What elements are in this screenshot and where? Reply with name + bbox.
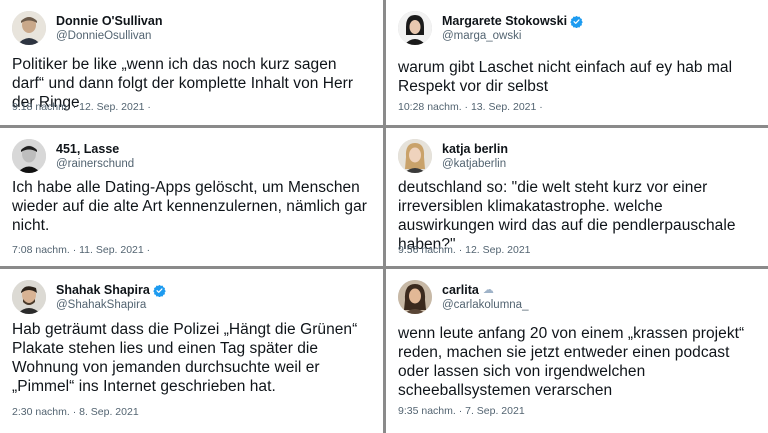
tweet-card-katja[interactable]: katja berlin @katjaberlin deutschland so… <box>386 128 768 266</box>
tweet-card-carlita[interactable]: carlita ☁ @carlakolumna_ wenn leute anfa… <box>386 269 768 433</box>
avatar[interactable] <box>12 139 46 173</box>
tweet-timestamp[interactable]: 9:18 nachm. · 12. Sep. 2021 · <box>12 101 151 113</box>
user-handle[interactable]: @ShahakShapira <box>56 298 166 312</box>
tweet-header: Donnie O'Sullivan @DonnieOsullivan <box>12 10 162 46</box>
user-handle[interactable]: @carlakolumna_ <box>442 298 528 312</box>
verified-badge-icon <box>153 284 166 297</box>
tweet-collage: Donnie O'Sullivan @DonnieOsullivan Polit… <box>0 0 768 433</box>
tweet-card-lasse[interactable]: 451, Lasse @rainerschund Ich habe alle D… <box>0 128 383 266</box>
display-name[interactable]: carlita <box>442 283 479 298</box>
cloud-emoji-icon: ☁ <box>482 284 494 296</box>
tweet-text: deutschland so: "die welt steht kurz vor… <box>398 179 736 253</box>
tweet-text: Ich habe alle Dating-Apps gelöscht, um M… <box>12 179 367 234</box>
avatar[interactable] <box>398 139 432 173</box>
display-name[interactable]: 451, Lasse <box>56 142 119 157</box>
tweet-header: Shahak Shapira @ShahakShapira <box>12 279 166 315</box>
tweet-text: wenn leute anfang 20 von einem „krassen … <box>398 325 745 399</box>
user-handle[interactable]: @marga_owski <box>442 29 583 43</box>
display-name[interactable]: katja berlin <box>442 142 508 157</box>
tweet-text: warum gibt Laschet nicht einfach auf ey … <box>398 59 733 95</box>
tweet-text: Hab geträumt dass die Polizei „Hängt die… <box>12 321 358 395</box>
user-handle[interactable]: @rainerschund <box>56 157 134 171</box>
tweet-timestamp[interactable]: 9:35 nachm. · 7. Sep. 2021 <box>398 405 525 417</box>
tweet-header: katja berlin @katjaberlin <box>398 138 508 174</box>
user-handle[interactable]: @katjaberlin <box>442 157 508 171</box>
verified-badge-icon <box>570 15 583 28</box>
display-name[interactable]: Shahak Shapira <box>56 283 150 298</box>
tweet-timestamp[interactable]: 7:08 nachm. · 11. Sep. 2021 · <box>12 244 150 256</box>
tweet-card-margarete[interactable]: Margarete Stokowski @marga_owski warum g… <box>386 0 768 125</box>
tweet-header: carlita ☁ @carlakolumna_ <box>398 279 528 315</box>
display-name[interactable]: Donnie O'Sullivan <box>56 14 162 29</box>
tweet-timestamp[interactable]: 2:30 nachm. · 8. Sep. 2021 <box>12 406 139 418</box>
tweet-header: 451, Lasse @rainerschund <box>12 138 134 174</box>
tweet-card-shahak[interactable]: Shahak Shapira @ShahakShapira Hab geträu… <box>0 269 383 433</box>
avatar[interactable] <box>12 280 46 314</box>
tweet-timestamp[interactable]: 9:56 nachm. · 12. Sep. 2021 <box>398 244 531 256</box>
avatar[interactable] <box>12 11 46 45</box>
tweet-timestamp[interactable]: 10:28 nachm. · 13. Sep. 2021 · <box>398 101 543 113</box>
tweet-card-donnie[interactable]: Donnie O'Sullivan @DonnieOsullivan Polit… <box>0 0 383 125</box>
user-handle[interactable]: @DonnieOsullivan <box>56 29 162 43</box>
avatar[interactable] <box>398 11 432 45</box>
display-name[interactable]: Margarete Stokowski <box>442 14 567 29</box>
avatar[interactable] <box>398 280 432 314</box>
tweet-header: Margarete Stokowski @marga_owski <box>398 10 583 46</box>
